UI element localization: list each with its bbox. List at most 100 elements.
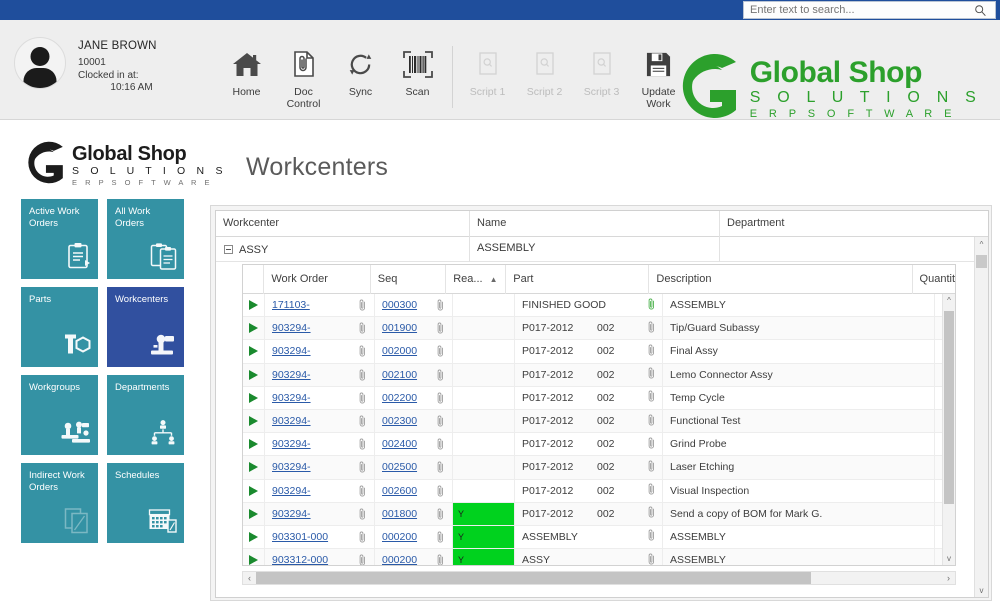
table-row[interactable]: 903294-001900P017-2012002Tip/Guard Subas…	[243, 317, 955, 340]
cell-work-order[interactable]: 903294-	[265, 364, 375, 386]
cell-seq[interactable]: 000300	[375, 294, 453, 316]
row-select-button[interactable]	[243, 340, 265, 362]
inner-grid-horizontal-scrollbar[interactable]: ‹ ›	[242, 571, 956, 585]
script-2-button[interactable]: Script 2	[516, 44, 573, 98]
column-header-department[interactable]: Department	[720, 211, 972, 237]
cell-work-order[interactable]: 171103-	[265, 294, 375, 316]
home-button[interactable]: Home	[218, 44, 275, 98]
table-row[interactable]: 903294-002300P017-2012002Functional Test	[243, 410, 955, 433]
seq-link[interactable]: 002300	[382, 415, 417, 427]
cell-seq[interactable]: 002200	[375, 387, 453, 409]
column-header-part[interactable]: Part	[506, 265, 649, 294]
seq-link[interactable]: 002600	[382, 485, 417, 497]
cell-seq[interactable]: 002400	[375, 433, 453, 455]
seq-link[interactable]: 000300	[382, 299, 417, 311]
column-header-description[interactable]: Description	[649, 265, 912, 294]
search-input[interactable]	[744, 2, 969, 18]
work-order-link[interactable]: 903301-000	[272, 531, 328, 543]
seq-link[interactable]: 002500	[382, 461, 417, 473]
row-select-button[interactable]	[243, 364, 265, 386]
cell-seq[interactable]: 002100	[375, 364, 453, 386]
row-select-button[interactable]	[243, 410, 265, 432]
cell-seq[interactable]: 002600	[375, 480, 453, 502]
h-scroll-thumb[interactable]	[256, 572, 811, 584]
column-header-seq[interactable]: Seq	[371, 265, 446, 294]
cell-seq[interactable]: 000200	[375, 526, 453, 548]
play-triangle-icon[interactable]	[249, 555, 258, 565]
doc-control-button[interactable]: DocControl	[275, 44, 332, 111]
table-row[interactable]: 903294-002400P017-2012002Grind Probe	[243, 433, 955, 456]
scroll-right-arrow[interactable]: ›	[942, 573, 955, 583]
work-order-link[interactable]: 903294-	[272, 392, 311, 404]
seq-link[interactable]: 002400	[382, 438, 417, 450]
column-header-quantity[interactable]: Quantit	[913, 265, 955, 294]
sidebar-item-workgroups[interactable]: Workgroups	[21, 375, 98, 455]
sidebar-item-departments[interactable]: Departments	[107, 375, 184, 455]
column-header-ready[interactable]: Rea... ▲	[446, 265, 506, 294]
table-row[interactable]: 903301-000000200YASSEMBLYASSEMBLY	[243, 526, 955, 549]
seq-link[interactable]: 002100	[382, 369, 417, 381]
table-row[interactable]: 903294-002600P017-2012002Visual Inspecti…	[243, 480, 955, 503]
cell-seq[interactable]: 002000	[375, 340, 453, 362]
work-order-link[interactable]: 903294-	[272, 485, 311, 497]
play-triangle-icon[interactable]	[249, 393, 258, 403]
seq-link[interactable]: 000200	[382, 531, 417, 543]
play-triangle-icon[interactable]	[249, 323, 258, 333]
sidebar-item-schedules[interactable]: Schedules	[107, 463, 184, 543]
work-order-link[interactable]: 903294-	[272, 415, 311, 427]
table-row[interactable]: 171103-000300FINISHED GOODASSEMBLY	[243, 294, 955, 317]
work-order-link[interactable]: 903294-	[272, 508, 311, 520]
scroll-down-arrow[interactable]: v	[975, 583, 988, 597]
cell-work-order[interactable]: 903294-	[265, 317, 375, 339]
cell-work-order[interactable]: 903294-	[265, 503, 375, 525]
sidebar-item-indirect-work-orders[interactable]: Indirect Work Orders	[21, 463, 98, 543]
row-select-button[interactable]	[243, 387, 265, 409]
play-triangle-icon[interactable]	[249, 509, 258, 519]
cell-seq[interactable]: 001800	[375, 503, 453, 525]
row-select-button[interactable]	[243, 549, 265, 566]
play-triangle-icon[interactable]	[249, 416, 258, 426]
work-order-link[interactable]: 903312-000	[272, 554, 328, 566]
scroll-left-arrow[interactable]: ‹	[243, 573, 256, 583]
column-header-work-order[interactable]: Work Order	[264, 265, 370, 294]
seq-link[interactable]: 002000	[382, 345, 417, 357]
cell-work-order[interactable]: 903294-	[265, 340, 375, 362]
cell-seq[interactable]: 002500	[375, 456, 453, 478]
table-row[interactable]: 903294-002100P017-2012002Lemo Connector …	[243, 364, 955, 387]
scroll-up-arrow[interactable]: ^	[943, 294, 955, 307]
play-triangle-icon[interactable]	[249, 346, 258, 356]
seq-link[interactable]: 002200	[382, 392, 417, 404]
work-order-link[interactable]: 171103-	[272, 299, 310, 311]
global-search[interactable]	[743, 1, 996, 19]
collapse-box-icon[interactable]	[224, 245, 233, 254]
seq-link[interactable]: 000200	[382, 554, 417, 566]
table-row[interactable]: 903294-002500P017-2012002Laser Etching	[243, 456, 955, 479]
row-select-button[interactable]	[243, 456, 265, 478]
scroll-up-arrow[interactable]: ^	[975, 237, 988, 251]
play-triangle-icon[interactable]	[249, 439, 258, 449]
cell-work-order[interactable]: 903294-	[265, 480, 375, 502]
row-select-button[interactable]	[243, 480, 265, 502]
sync-button[interactable]: Sync	[332, 44, 389, 98]
search-icon[interactable]	[969, 4, 991, 17]
sidebar-item-workcenters[interactable]: Workcenters	[107, 287, 184, 367]
play-triangle-icon[interactable]	[249, 300, 258, 310]
work-order-link[interactable]: 903294-	[272, 461, 311, 473]
cell-work-order[interactable]: 903301-000	[265, 526, 375, 548]
script-1-button[interactable]: Script 1	[459, 44, 516, 98]
column-header-name[interactable]: Name	[470, 211, 720, 237]
work-order-link[interactable]: 903294-	[272, 438, 311, 450]
table-row[interactable]: 903312-000000200YASSYASSEMBLY	[243, 549, 955, 566]
sidebar-item-all-work-orders[interactable]: All Work Orders	[107, 199, 184, 279]
cell-work-order[interactable]: 903294-	[265, 456, 375, 478]
seq-link[interactable]: 001900	[382, 322, 417, 334]
cell-seq[interactable]: 000200	[375, 549, 453, 566]
play-triangle-icon[interactable]	[249, 486, 258, 496]
outer-grid-vertical-scrollbar[interactable]: ^ v	[974, 237, 988, 597]
table-row[interactable]: 903294-001800YP017-2012002Send a copy of…	[243, 503, 955, 526]
row-select-button[interactable]	[243, 294, 265, 316]
scroll-thumb[interactable]	[976, 255, 987, 268]
group-row-assy[interactable]: ASSY ASSEMBLY	[216, 237, 988, 262]
table-row[interactable]: 903294-002000P017-2012002Final Assy	[243, 340, 955, 363]
sidebar-item-active-work-orders[interactable]: Active Work Orders	[21, 199, 98, 279]
